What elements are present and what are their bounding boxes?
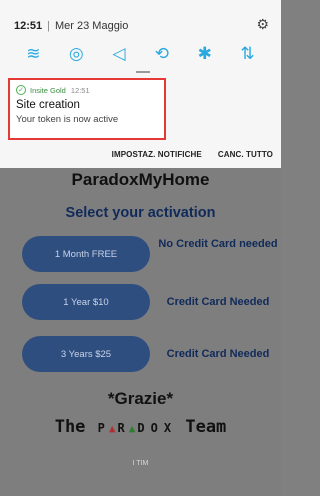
notification-header: ✓ Insite Gold 12:51	[16, 85, 158, 95]
plan-3-years-note: Credit Card Needed	[166, 348, 270, 360]
plan-1-month-note: No Credit Card needed	[158, 238, 278, 250]
plan-1-year-note: Credit Card Needed	[166, 296, 270, 308]
carrier-label: I TIM	[132, 460, 149, 467]
team-suffix: Team	[185, 417, 227, 437]
notification-card[interactable]: ✓ Insite Gold 12:51 Site creation Your t…	[8, 78, 166, 140]
plan-1-year-button[interactable]: 1 Year $10	[22, 284, 150, 320]
brand-letter-d: D	[137, 421, 147, 435]
team-signature: The P ▲ R ▲ D O X Team	[0, 417, 281, 437]
brand-triangle-green-icon: ▲	[128, 422, 136, 435]
app-title: ParadoxMyHome	[71, 170, 210, 189]
auto-rotate-icon[interactable]: ⟲	[147, 42, 177, 66]
check-circle-icon: ✓	[16, 85, 26, 95]
thanks-text: *Grazie*	[107, 389, 174, 408]
data-transfer-icon[interactable]: ⇅	[233, 42, 263, 66]
brand-letter-o: O	[150, 421, 160, 435]
status-separator: |	[47, 20, 50, 32]
notification-app-name: Insite Gold	[30, 85, 66, 95]
brand-triangle-red-icon: ▲	[108, 422, 116, 435]
brand-letter-x: X	[163, 421, 174, 435]
status-date: Mer 23 Maggio	[55, 20, 129, 32]
activation-heading: Select your activation	[65, 205, 216, 221]
notification-title: Site creation	[16, 99, 80, 111]
location-icon[interactable]: ◎	[61, 42, 91, 66]
sound-icon[interactable]: ◁	[104, 42, 134, 66]
status-bar: 12:51 | Mer 23 Maggio	[14, 17, 269, 35]
brand-letter-p: P	[97, 421, 107, 435]
plan-3-years-button[interactable]: 3 Years $25	[22, 336, 150, 372]
shade-actions: IMPOSTAZ. NOTIFICHE CANC. TUTTO	[112, 150, 273, 164]
clear-all-button[interactable]: CANC. TUTTO	[218, 150, 273, 164]
quick-settings-row: ≋ ◎ ◁ ⟲ ✱ ⇅	[0, 42, 281, 66]
brand-letter-r: R	[117, 421, 127, 435]
gear-icon[interactable]: ⚙	[256, 16, 269, 33]
bluetooth-icon[interactable]: ✱	[190, 42, 220, 66]
app-screen: ParadoxMyHome Select your activation 1 M…	[0, 168, 281, 496]
notification-time: 12:51	[70, 85, 90, 95]
notification-body: Your token is now active	[16, 114, 119, 125]
status-time: 12:51	[14, 20, 43, 32]
shade-drag-handle[interactable]	[136, 71, 150, 73]
wifi-icon[interactable]: ≋	[18, 42, 48, 66]
notification-shade: 12:51 | Mer 23 Maggio ⚙ ≋ ◎ ◁ ⟲ ✱ ⇅ ✓ In…	[0, 0, 281, 168]
notification-settings-button[interactable]: IMPOSTAZ. NOTIFICHE	[112, 150, 202, 164]
team-prefix: The	[54, 417, 86, 437]
plan-1-month-button[interactable]: 1 Month FREE	[22, 236, 150, 272]
